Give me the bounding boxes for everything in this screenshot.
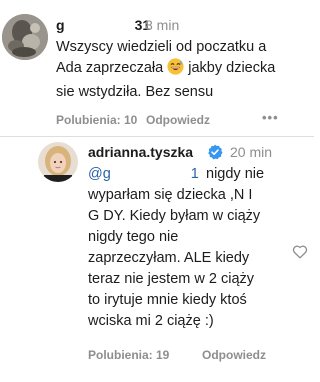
reply-text: wyparłam się dziecka ,N I G DY. Kiedy by… [88, 187, 261, 329]
commenter-username[interactable]: g 31 [56, 16, 150, 34]
username-redaction [64, 18, 135, 32]
comment-text: Wszyscy wiedzieli od poczatku a Ada zapr… [56, 39, 276, 100]
reply-reply-button[interactable]: Odpowiedz [202, 347, 266, 363]
comment-time: 8 min [145, 17, 180, 33]
reply-text-start: nigdy nie [206, 166, 265, 182]
reply-author-username[interactable]: adrianna.tyszka [88, 143, 193, 161]
reply-time: 20 min [230, 144, 273, 160]
mention-link[interactable]: @g 1 [88, 164, 199, 185]
reply-author-avatar[interactable] [38, 142, 78, 182]
divider [0, 136, 314, 137]
likes-count[interactable]: Polubienia: 10 [56, 112, 137, 128]
verified-badge-icon [207, 144, 223, 165]
reply-likes-count[interactable]: Polubienia: 19 [88, 347, 169, 363]
reply-button[interactable]: Odpowiedz [146, 112, 210, 128]
commenter-avatar[interactable] [2, 14, 48, 60]
mention-redaction [110, 166, 191, 180]
more-options-button[interactable]: ••• [262, 110, 279, 126]
grinning-sweat-emoji-icon [167, 58, 184, 82]
heart-outline-icon[interactable] [292, 244, 308, 264]
